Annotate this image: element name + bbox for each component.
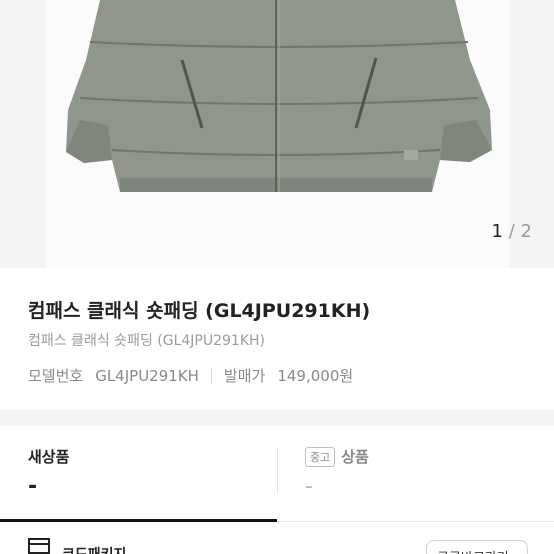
- section-divider: [0, 410, 554, 426]
- release-price-value: 149,000원: [277, 367, 354, 385]
- condition-tabs: 새상품 - 중고 상품 -: [0, 426, 554, 522]
- tab-used-value: -: [305, 474, 313, 499]
- tab-used-label-wrap: 중고 상품: [305, 446, 369, 467]
- image-counter-separator: /: [508, 221, 515, 242]
- bottom-text: 코드패키지: [62, 544, 126, 554]
- tab-new-value: -: [28, 474, 38, 499]
- image-counter-current: 1: [491, 221, 503, 242]
- bottom-bar: 코드패키지 구글바로가기: [0, 522, 554, 554]
- tab-used-label: 상품: [341, 448, 369, 466]
- tab-used-product[interactable]: 중고 상품 -: [277, 426, 554, 522]
- model-number-label: 모델번호: [28, 367, 84, 385]
- product-meta: 모델번호 GL4JPU291KH 발매가 149,000원: [28, 365, 353, 386]
- package-icon: [28, 538, 50, 554]
- image-counter-total: 2: [520, 221, 532, 242]
- product-title: 컴패스 클래식 숏패딩 (GL4JPU291KH): [28, 300, 371, 322]
- product-info: 컴패스 클래식 숏패딩 (GL4JPU291KH) 컴패스 클래식 숏패딩 (G…: [0, 268, 554, 410]
- product-subtitle: 컴패스 클래식 숏패딩 (GL4JPU291KH): [28, 333, 265, 349]
- meta-divider: [210, 367, 212, 384]
- jacket-image: [66, 0, 492, 192]
- shortcut-button[interactable]: 구글바로가기: [426, 540, 528, 554]
- product-image-gallery[interactable]: 1 / 2: [0, 0, 554, 268]
- used-badge: 중고: [305, 446, 336, 467]
- tab-new-label: 새상품: [28, 448, 70, 466]
- tab-new-product[interactable]: 새상품 -: [0, 426, 277, 522]
- model-number-value: GL4JPU291KH: [95, 366, 199, 385]
- image-counter: 1 / 2: [492, 221, 532, 242]
- release-price-label: 발매가: [223, 367, 266, 385]
